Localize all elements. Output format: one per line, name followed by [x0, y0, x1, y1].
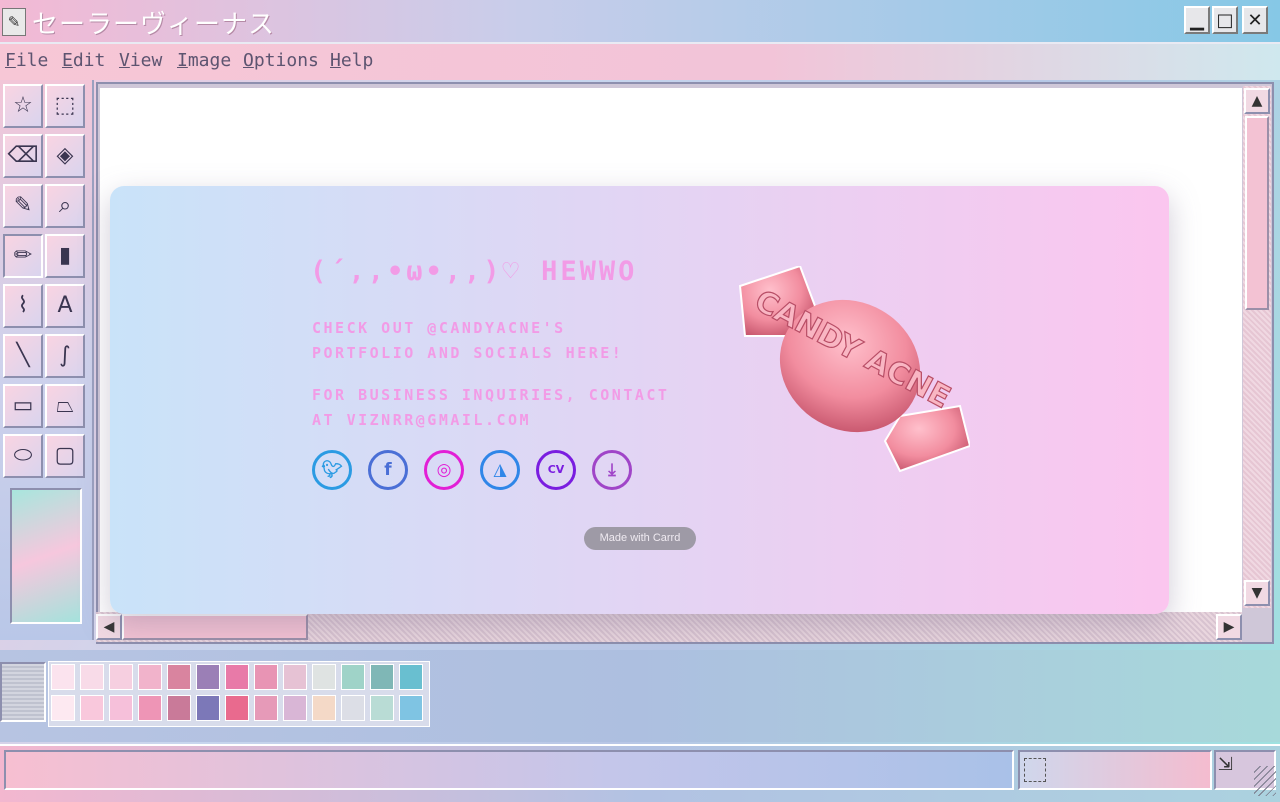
palette-color-swatch[interactable]	[399, 664, 423, 690]
palette-color-swatch[interactable]	[138, 664, 162, 690]
palette-color-swatch[interactable]	[399, 695, 423, 721]
title-bar: ✎ セーラーヴィーナス ▁ □ ✕	[0, 0, 1280, 44]
curve-icon[interactable]: ∫	[45, 334, 85, 378]
scroll-up-arrow-icon[interactable]: ▲	[1244, 88, 1270, 114]
free-select-icon[interactable]: ☆	[3, 84, 43, 128]
rounded-rect-icon[interactable]: ▢	[45, 434, 85, 478]
tool-options-swatch[interactable]	[10, 488, 82, 624]
text-icon[interactable]: A	[45, 284, 85, 328]
palette-color-swatch[interactable]	[283, 664, 307, 690]
palette-color-swatch[interactable]	[341, 695, 365, 721]
palette-color-swatch[interactable]	[196, 664, 220, 690]
selection-size-icon	[1024, 758, 1046, 782]
menu-edit[interactable]: Edit	[62, 50, 105, 71]
palette-color-swatch[interactable]	[225, 664, 249, 690]
menu-help[interactable]: Help	[330, 50, 373, 71]
palette-color-swatch[interactable]	[138, 695, 162, 721]
palette-color-swatch[interactable]	[51, 695, 75, 721]
line-icon[interactable]: ╲	[3, 334, 43, 378]
palette-color-swatch[interactable]	[312, 664, 336, 690]
menu-image[interactable]: Image	[177, 50, 231, 71]
palette-color-swatch[interactable]	[80, 695, 104, 721]
minimize-button[interactable]: ▁	[1184, 6, 1210, 34]
eraser-icon[interactable]: ⌫	[3, 134, 43, 178]
palette-color-swatch[interactable]	[51, 664, 75, 690]
contact-text: FOR BUSINESS INQUIRIES, CONTACT AT VIZNR…	[312, 383, 669, 433]
pencil-icon[interactable]: ✏	[3, 234, 43, 278]
fill-bucket-icon[interactable]: ◈	[45, 134, 85, 178]
palette-color-swatch[interactable]	[341, 664, 365, 690]
palette-color-swatch[interactable]	[167, 695, 191, 721]
airbrush-icon[interactable]: ⌇	[3, 284, 43, 328]
close-button[interactable]: ✕	[1242, 6, 1268, 34]
intro-text: CHECK OUT @CANDYACNE'S PORTFOLIO AND SOC…	[312, 316, 623, 366]
cv-icon[interactable]: CV	[536, 450, 576, 490]
intro-line-1: CHECK OUT @CANDYACNE'S	[312, 319, 566, 337]
rectangle-icon[interactable]: ▭	[3, 384, 43, 428]
palette-color-swatch[interactable]	[196, 695, 220, 721]
facebook-icon[interactable]: f	[368, 450, 408, 490]
artstation-icon[interactable]: ◮	[480, 450, 520, 490]
twitter-icon[interactable]: 🐦︎	[312, 450, 352, 490]
profile-card: (´,,•ω•,,)♡ HEWWO CHECK OUT @CANDYACNE'S…	[110, 186, 1169, 614]
ellipse-icon[interactable]: ⬭	[3, 434, 43, 478]
palette-color-swatch[interactable]	[283, 695, 307, 721]
paint-app-icon[interactable]: ✎	[2, 8, 26, 36]
palette-color-swatch[interactable]	[225, 695, 249, 721]
maximize-button[interactable]: □	[1212, 6, 1238, 34]
palette-color-swatch[interactable]	[370, 664, 394, 690]
contact-line-1: FOR BUSINESS INQUIRIES, CONTACT	[312, 386, 670, 404]
status-message-area	[4, 750, 1014, 790]
color-palette	[48, 661, 430, 727]
palette-color-swatch[interactable]	[109, 695, 133, 721]
palette-color-swatch[interactable]	[254, 695, 278, 721]
scroll-down-arrow-icon[interactable]: ▼	[1244, 580, 1270, 606]
menu-view[interactable]: View	[119, 50, 162, 71]
palette-color-swatch[interactable]	[109, 664, 133, 690]
made-with-carrd-badge[interactable]: Made with Carrd	[584, 527, 696, 550]
palette-color-swatch[interactable]	[312, 695, 336, 721]
status-coordinates-area	[1018, 750, 1212, 790]
brush-icon[interactable]: ▮	[45, 234, 85, 278]
candy-acne-logo: CANDY ACNE	[738, 266, 970, 473]
eyedropper-icon[interactable]: ✎	[3, 184, 43, 228]
menu-file[interactable]: File	[5, 50, 48, 71]
scroll-left-arrow-icon[interactable]: ◀	[96, 614, 122, 640]
polygon-icon[interactable]: ⏢	[45, 384, 85, 428]
greeting-heading: (´,,•ω•,,)♡ HEWWO	[310, 256, 638, 287]
rect-select-icon[interactable]: ⬚	[45, 84, 85, 128]
current-colors[interactable]	[0, 662, 46, 722]
menu-bar: File Edit View Image Options Help	[0, 44, 1280, 80]
palette-color-swatch[interactable]	[167, 664, 191, 690]
download-icon[interactable]: ⤓	[592, 450, 632, 490]
contact-line-2[interactable]: AT VIZNRR@GMAIL.COM	[312, 408, 669, 433]
palette-color-swatch[interactable]	[370, 695, 394, 721]
menu-options[interactable]: Options	[243, 50, 319, 71]
canvas-size-icon: ⇲	[1218, 754, 1234, 775]
window-title: セーラーヴィーナス	[32, 10, 276, 40]
palette-color-swatch[interactable]	[80, 664, 104, 690]
instagram-icon[interactable]: ◎	[424, 450, 464, 490]
resize-grip-icon[interactable]	[1254, 766, 1276, 796]
scroll-right-arrow-icon[interactable]: ▶	[1216, 614, 1242, 640]
palette-color-swatch[interactable]	[254, 664, 278, 690]
horizontal-scroll-thumb[interactable]	[122, 614, 308, 640]
intro-line-2: PORTFOLIO AND SOCIALS HERE!	[312, 344, 624, 362]
vertical-scroll-thumb[interactable]	[1245, 116, 1269, 310]
magnifier-icon[interactable]: ⌕	[45, 184, 85, 228]
